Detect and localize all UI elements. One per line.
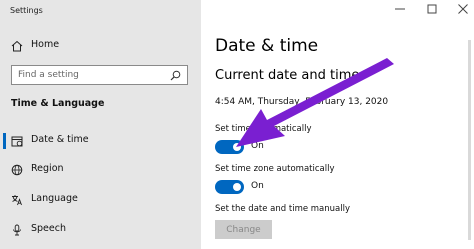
sidebar-item-speech[interactable]: Speech xyxy=(0,219,201,241)
sidebar-item-date-time[interactable]: Date & time xyxy=(0,130,201,152)
set-time-auto-toggle[interactable] xyxy=(215,140,244,154)
sidebar-item-language[interactable]: Language xyxy=(0,189,201,211)
search-input[interactable] xyxy=(18,68,158,82)
calendar-icon xyxy=(11,136,23,147)
sidebar-item-home[interactable]: Home xyxy=(0,35,201,57)
search-icon[interactable] xyxy=(170,70,181,81)
microphone-icon xyxy=(13,224,21,236)
app-title: Settings xyxy=(10,6,43,15)
sidebar-section-title: Time & Language xyxy=(11,98,105,109)
set-timezone-auto-label: Set time zone automatically xyxy=(215,164,335,174)
set-timezone-auto-state: On xyxy=(251,181,264,191)
search-box xyxy=(11,65,188,85)
sidebar-item-label: Home xyxy=(31,39,60,50)
sidebar-item-label: Speech xyxy=(31,223,66,234)
language-icon xyxy=(12,195,22,206)
set-time-auto-label: Set time automatically xyxy=(215,124,312,134)
set-time-auto-state: On xyxy=(251,141,264,151)
sidebar-item-label: Language xyxy=(31,193,78,204)
sidebar: Settings Home Time & Language Date & tim… xyxy=(0,0,201,249)
selection-indicator xyxy=(3,133,6,149)
close-icon[interactable] xyxy=(455,3,471,15)
change-button[interactable]: Change xyxy=(215,220,272,239)
sidebar-item-region[interactable]: Region xyxy=(0,159,201,181)
set-timezone-auto-toggle[interactable] xyxy=(215,180,244,194)
sidebar-item-label: Region xyxy=(31,163,64,174)
minimize-icon[interactable] xyxy=(392,3,408,15)
scrollbar[interactable] xyxy=(468,40,471,240)
toggle-knob xyxy=(233,143,241,151)
home-icon xyxy=(11,40,23,52)
main-panel: Date & time Current date and time 4:54 A… xyxy=(201,0,474,249)
page-title: Date & time xyxy=(215,36,319,56)
current-datetime: 4:54 AM, Thursday, February 13, 2020 xyxy=(215,97,389,107)
manual-datetime-label: Set the date and time manually xyxy=(215,204,351,214)
sidebar-item-label: Date & time xyxy=(31,134,89,145)
section-title: Current date and time xyxy=(215,68,360,83)
maximize-icon[interactable] xyxy=(424,3,440,15)
toggle-knob xyxy=(233,183,241,191)
globe-icon xyxy=(11,164,23,176)
